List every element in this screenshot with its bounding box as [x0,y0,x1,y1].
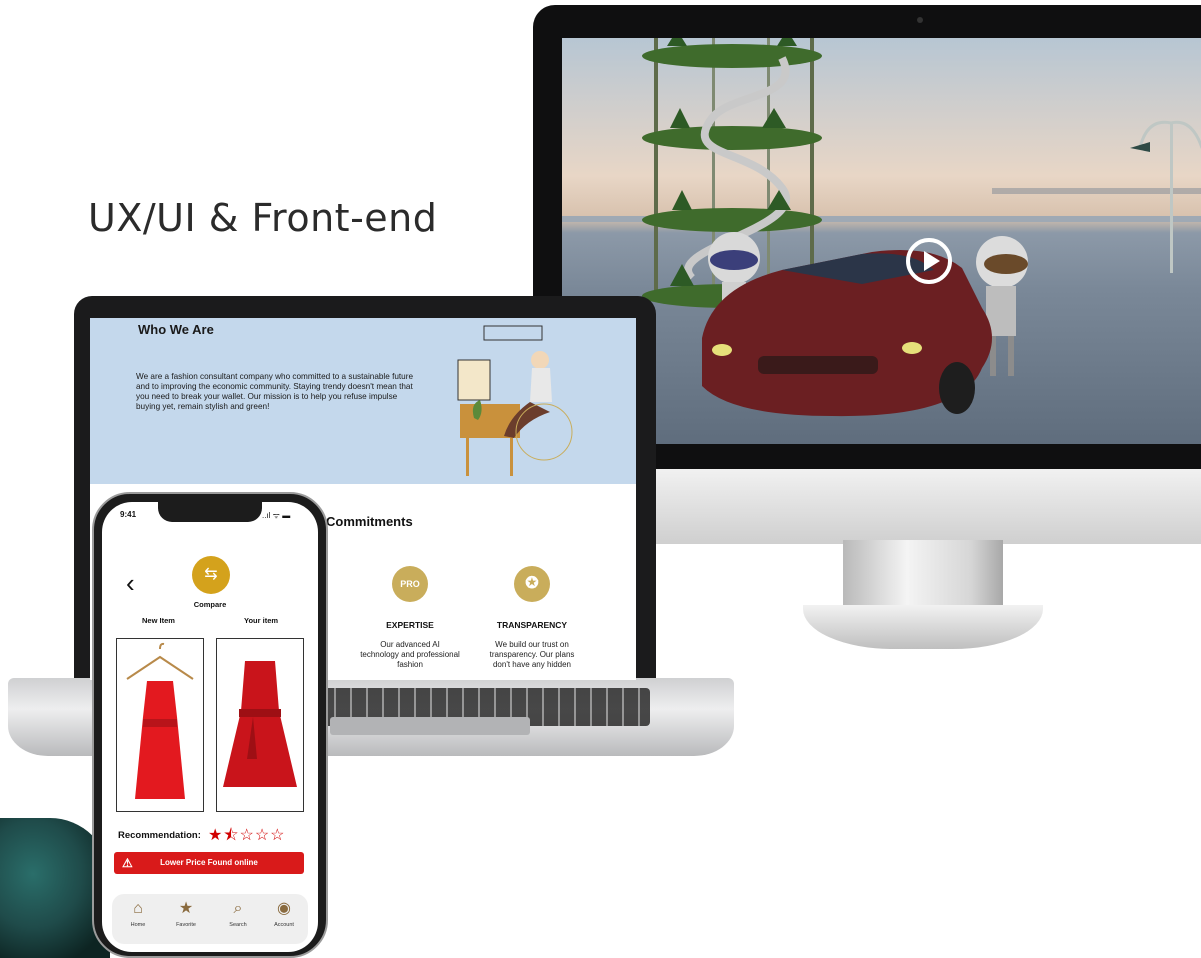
pro-badge-icon: PRO [392,566,428,602]
feature-description: We build our trust on transparency. Our … [489,640,575,669]
tab-home[interactable]: ⌂ Home [118,900,158,928]
who-we-are-title: Who We Are [138,322,214,337]
play-icon[interactable] [906,238,952,284]
home-icon: ⌂ [133,900,143,917]
red-dress-hanger-image [126,642,194,799]
tab-label: Search [229,922,247,928]
rating-stars: ★⯪☆☆☆ [208,827,286,844]
who-we-are-text: We are a fashion consultant company who … [136,372,414,411]
feature-description: Our advanced AI technology and professio… [360,640,460,669]
tab-favorite[interactable]: ★ Favorite [166,900,206,928]
new-item-image[interactable] [116,638,204,812]
account-icon: ◉ [277,900,291,917]
compare-icon[interactable]: ⇆ [192,556,230,594]
new-item-label: New Item [142,616,175,625]
who-we-are-section: Who We Are We are a fashion consultant c… [90,318,636,484]
search-icon: ⌕ [233,900,243,917]
street-lamp [1130,120,1201,273]
monitor-stand [843,540,1003,610]
feature-title: EXPERTISE [386,620,434,630]
phone-device: 9:41 ..ıl ᯤ ▬ ‹ ⇆ Compare New Item Your … [92,492,328,958]
star-icon: ★ [178,900,194,917]
tab-label: Favorite [176,922,196,928]
award-badge-icon: ✪ [514,566,550,602]
video-player[interactable] [562,38,1201,444]
alert-text: Lower Price Found online [160,858,258,867]
lower-price-alert[interactable]: ⚠ Lower Price Found online [114,852,304,874]
your-item-label: Your item [244,616,279,625]
tab-label: Home [130,922,146,928]
bottom-tab-bar: ⌂ Home ★ Favorite ⌕ Search ◉ Account [112,894,308,944]
recommendation-label: Recommendation: [118,830,201,841]
tab-search[interactable]: ⌕ Search [218,900,258,928]
laptop-touchpad [330,717,530,735]
status-icons: ..ıl ᯤ ▬ [262,511,291,520]
commitments-title: Commitments [326,514,413,529]
feature-title: TRANSPARENCY [496,620,568,630]
desk-illustration [457,325,573,476]
video-scene [562,38,1201,417]
red-dress-image [223,661,297,787]
feature-expertise: PRO EXPERTISE Our advanced AI technology… [360,566,460,670]
your-item-image[interactable] [216,638,304,812]
monitor-camera [917,17,923,23]
phone-notch [158,502,262,522]
tab-label: Account [274,922,294,928]
phone-screen: 9:41 ..ıl ᯤ ▬ ‹ ⇆ Compare New Item Your … [102,502,318,952]
feature-transparency: ✪ TRANSPARENCY We build our trust on tra… [482,566,582,670]
tab-account[interactable]: ◉ Account [264,900,304,928]
page-heading: UX/UI & Front-end [88,196,438,240]
status-time: 9:41 [120,510,137,519]
monitor-stand-base [803,605,1043,649]
back-icon[interactable]: ‹ [126,568,135,599]
compare-label: Compare [193,600,227,609]
